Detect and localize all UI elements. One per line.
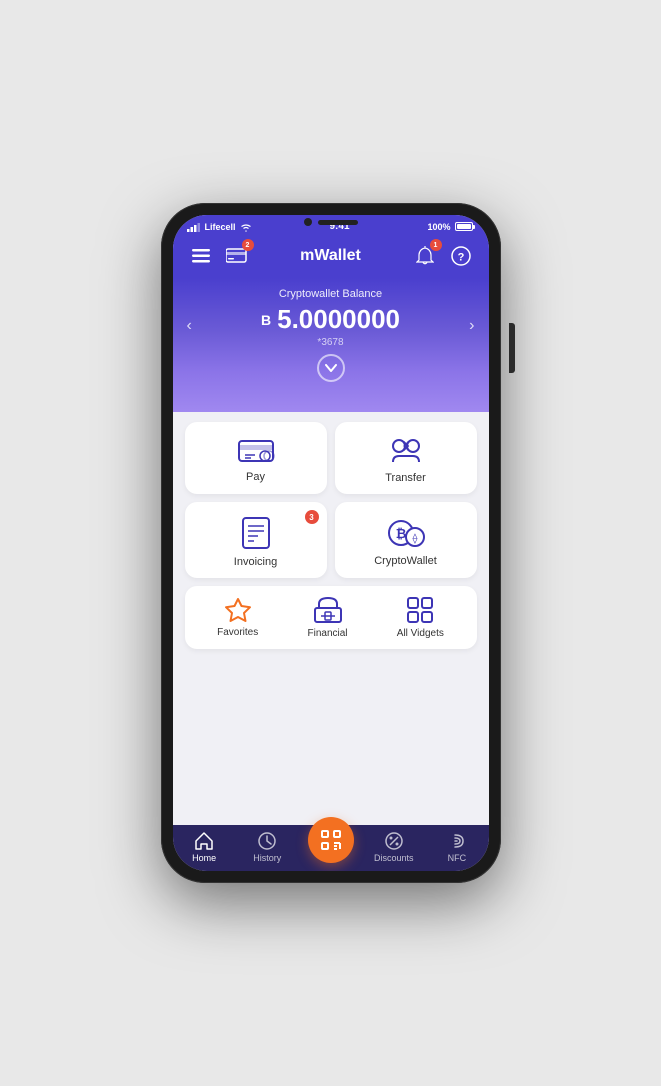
notification-button[interactable]: 1 bbox=[411, 242, 439, 270]
help-button[interactable]: ? bbox=[447, 242, 475, 270]
currency-symbol: B bbox=[261, 312, 271, 328]
favorites-icon bbox=[224, 597, 252, 623]
phone-screen: Lifecell 9:41 100% bbox=[173, 215, 489, 871]
financial-widget[interactable]: Financial bbox=[308, 596, 348, 639]
notch-area bbox=[173, 215, 489, 229]
cryptowallet-label: CryptoWallet bbox=[374, 555, 437, 567]
nfc-icon bbox=[447, 831, 467, 851]
svg-text:⟠: ⟠ bbox=[412, 533, 417, 545]
speaker bbox=[318, 220, 358, 225]
help-icon: ? bbox=[451, 246, 471, 266]
pay-icon bbox=[237, 437, 275, 465]
bottom-nav: Home History bbox=[173, 825, 489, 871]
chevron-down-button[interactable] bbox=[317, 354, 345, 382]
scan-icon bbox=[320, 829, 342, 851]
side-button bbox=[509, 323, 515, 373]
widget-row: Favorites Financial bbox=[185, 586, 477, 649]
invoicing-svg-icon bbox=[241, 516, 271, 550]
financial-label: Financial bbox=[308, 628, 348, 639]
header-right-icons: 1 ? bbox=[411, 242, 475, 270]
pay-label: Pay bbox=[246, 471, 265, 483]
phone-frame: Lifecell 9:41 100% bbox=[161, 203, 501, 883]
balance-nav: ‹ B 5.0000000 *3678 › bbox=[187, 304, 475, 348]
balance-amount: B 5.0000000 bbox=[192, 304, 469, 335]
cryptowallet-icon: ₿ ⟠ bbox=[387, 517, 425, 549]
chevron-down-icon bbox=[325, 364, 337, 372]
balance-value: 5.0000000 bbox=[277, 304, 400, 335]
financial-icon bbox=[313, 596, 343, 624]
balance-label: Cryptowallet Balance bbox=[187, 288, 475, 300]
hamburger-icon bbox=[192, 249, 210, 263]
camera bbox=[304, 218, 312, 226]
pay-card[interactable]: Pay bbox=[185, 422, 327, 494]
pay-svg-icon bbox=[237, 437, 275, 465]
balance-section: Cryptowallet Balance ‹ B 5.0000000 *3678… bbox=[173, 278, 489, 412]
all-vidgets-icon bbox=[406, 596, 434, 624]
nav-nfc-label: NFC bbox=[448, 853, 467, 863]
transfer-svg-icon bbox=[387, 436, 425, 466]
nav-scan[interactable] bbox=[299, 831, 362, 863]
notification-badge: 1 bbox=[430, 239, 442, 251]
account-number: *3678 bbox=[192, 337, 469, 348]
all-vidgets-label: All Vidgets bbox=[397, 628, 444, 639]
svg-text:?: ? bbox=[457, 252, 464, 264]
menu-button[interactable] bbox=[187, 242, 215, 270]
nav-discounts-label: Discounts bbox=[374, 853, 414, 863]
discounts-icon bbox=[384, 831, 404, 851]
card-badge: 2 bbox=[242, 239, 254, 251]
favorites-label: Favorites bbox=[217, 627, 258, 638]
nav-history[interactable]: History bbox=[236, 831, 299, 863]
app-container: Lifecell 9:41 100% bbox=[173, 215, 489, 871]
invoicing-icon bbox=[241, 516, 271, 550]
transfer-icon bbox=[387, 436, 425, 466]
cards-grid: Pay Transfer bbox=[185, 422, 477, 578]
home-icon bbox=[194, 831, 214, 851]
transfer-card[interactable]: Transfer bbox=[335, 422, 477, 494]
all-vidgets-widget[interactable]: All Vidgets bbox=[397, 596, 444, 639]
cryptowallet-card[interactable]: ₿ ⟠ CryptoWallet bbox=[335, 502, 477, 578]
favorites-widget[interactable]: Favorites bbox=[217, 597, 258, 638]
nav-home-label: Home bbox=[192, 853, 216, 863]
scan-button[interactable] bbox=[308, 817, 354, 863]
card-button[interactable]: 2 bbox=[223, 242, 251, 270]
transfer-label: Transfer bbox=[385, 472, 426, 484]
nav-home[interactable]: Home bbox=[173, 831, 236, 863]
app-header: 2 mWallet 1 ? bbox=[173, 236, 489, 278]
invoicing-label: Invoicing bbox=[234, 556, 277, 568]
balance-next-button[interactable]: › bbox=[469, 317, 474, 335]
invoicing-badge: 3 bbox=[305, 510, 319, 524]
history-icon bbox=[257, 831, 277, 851]
main-content: Pay Transfer bbox=[173, 412, 489, 825]
app-title: mWallet bbox=[300, 247, 361, 265]
card-icon bbox=[226, 248, 248, 264]
svg-text:₿: ₿ bbox=[395, 526, 406, 541]
balance-center: B 5.0000000 *3678 bbox=[192, 304, 469, 348]
nav-history-label: History bbox=[253, 853, 281, 863]
header-left-icons: 2 bbox=[187, 242, 251, 270]
invoicing-card[interactable]: Invoicing 3 bbox=[185, 502, 327, 578]
cryptowallet-svg-icon: ₿ ⟠ bbox=[387, 517, 425, 549]
nav-discounts[interactable]: Discounts bbox=[362, 831, 425, 863]
nav-nfc[interactable]: NFC bbox=[425, 831, 488, 863]
